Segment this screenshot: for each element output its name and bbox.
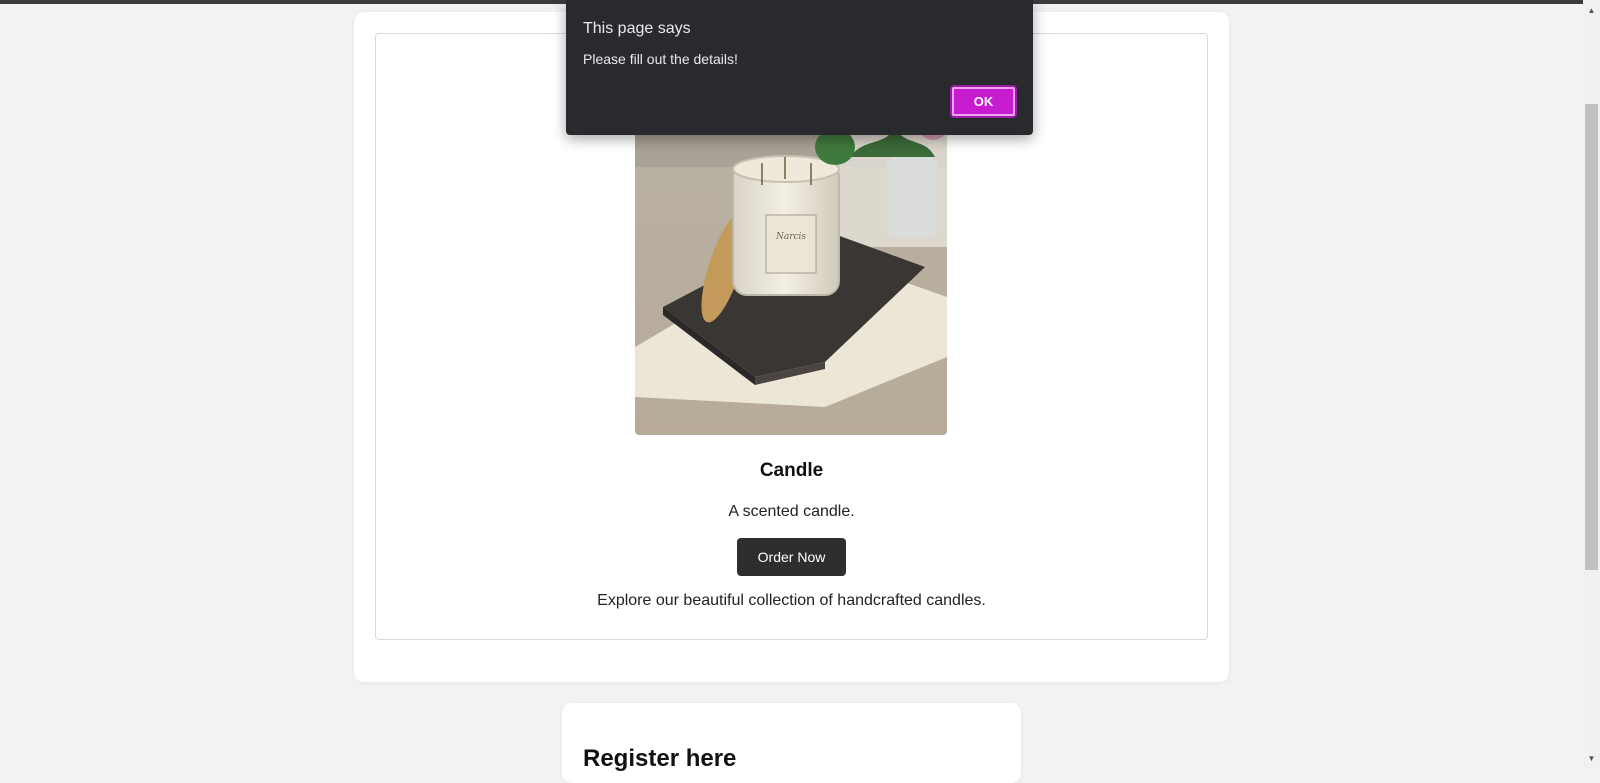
order-now-button[interactable]: Order Now [737, 538, 846, 576]
dialog-title: This page says [583, 20, 691, 37]
register-heading: Register here [583, 745, 737, 772]
dialog-ok-button[interactable]: OK [950, 85, 1017, 118]
collection-text: Explore our beautiful collection of hand… [597, 592, 986, 609]
register-card: Register here [562, 703, 1021, 783]
scroll-thumb[interactable] [1585, 104, 1598, 570]
product-title: Candle [759, 460, 824, 481]
candle-image: Narcis [635, 97, 947, 435]
svg-text:Narcis: Narcis [775, 232, 806, 242]
scroll-down-arrow-icon[interactable]: ▼ [1583, 752, 1600, 766]
alert-dialog: This page says Please fill out the detai… [566, 0, 1033, 135]
scroll-up-arrow-icon[interactable]: ▲ [1583, 4, 1600, 18]
dialog-message: Please fill out the details! [583, 51, 738, 67]
product-description: A scented candle. [728, 503, 855, 520]
page-scrollbar[interactable]: ▲ ▼ [1583, 0, 1600, 768]
